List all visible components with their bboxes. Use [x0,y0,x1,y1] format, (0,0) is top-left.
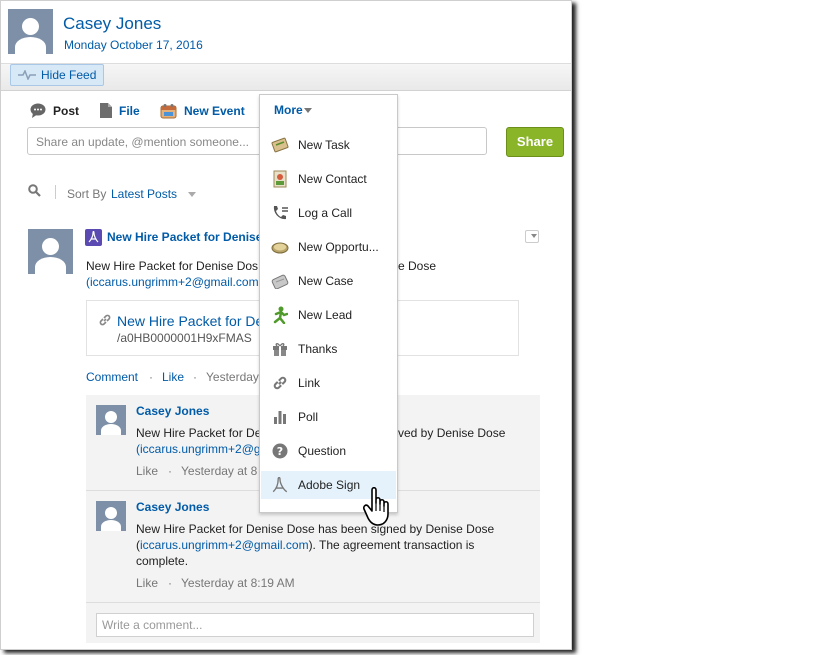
task-icon [270,135,290,155]
document-icon [100,103,112,118]
attachment-title[interactable]: New Hire Packet for Den [117,313,271,329]
menu-item-poll[interactable]: Poll [261,403,396,431]
opportunity-icon [270,237,290,257]
comment-text-left: New Hire Packet for De [136,426,262,440]
menu-item-label: Link [298,376,321,390]
comment-author[interactable]: Casey Jones [136,500,209,514]
more-menu: More New Task New Contact Log a Call New… [259,94,398,513]
menu-item-label: Adobe Sign [298,478,361,492]
link-icon [270,373,290,393]
comment-author[interactable]: Casey Jones [136,404,209,418]
case-icon [270,271,290,291]
link-icon [99,314,111,326]
comment-separator: · [168,464,172,478]
menu-item-new-opportunity[interactable]: New Opportu... [261,233,396,261]
speech-bubble-icon [30,103,46,118]
feed-item-title[interactable]: New Hire Packet for Denise [107,230,262,244]
share-button[interactable]: Share [506,127,564,157]
search-icon[interactable] [28,184,41,197]
comment-avatar[interactable] [96,501,126,531]
menu-item-label: New Opportu... [298,240,379,254]
hide-feed-label: Hide Feed [41,68,97,82]
comment-time: Yesterday at 8:19 AM [181,576,295,590]
comment-text: New Hire Packet for Denise Dose has been… [136,522,495,536]
adobe-sign-icon [270,475,290,495]
action-separator: · [193,370,197,384]
menu-item-label: Question [298,444,347,458]
user-name[interactable]: Casey Jones [63,14,161,34]
sort-by-label: Sort By [67,187,107,201]
menu-item-link[interactable]: Link [261,369,396,397]
tab-post-label: Post [53,103,80,118]
write-comment-input[interactable]: Write a comment... [96,613,534,637]
feed-item-avatar[interactable] [28,229,73,274]
attachment-id: /a0HB0000001H9xFMAS [117,331,252,345]
menu-item-label: Thanks [298,342,338,356]
comment-text-line2: (iccarus.ungrimm+2@gmail.com). The agree… [136,538,475,552]
sort-dropdown[interactable]: Latest Posts [111,187,197,201]
comment-like[interactable]: Like [136,576,158,590]
chevron-down-icon [188,192,197,198]
bar-chart-icon [270,407,290,427]
chevron-down-icon [531,234,537,238]
comment-text-right: ved by Denise Dose [398,426,506,440]
tab-new-event-label: New Event [184,104,245,118]
comment-time: Yesterday at 8 [181,464,258,478]
header-date: Monday October 17, 2016 [64,38,203,52]
comment-like[interactable]: Like [136,464,158,478]
tab-file-label: File [119,103,140,118]
chevron-down-icon [304,108,312,113]
like-link[interactable]: Like [162,370,184,384]
feed-body-email[interactable]: (iccarus.ungrimm+2@gmail.com [86,275,259,289]
comment-text-line3: complete. [136,554,189,568]
calendar-icon [160,104,177,119]
share-update-input[interactable]: Share an update, @mention someone... [27,127,487,155]
hide-feed-button[interactable]: Hide Feed [10,64,104,86]
feed-body-right: e Dose [398,259,437,273]
menu-item-label: New Task [298,138,350,152]
pulse-icon [18,70,36,80]
phone-icon [270,203,290,223]
comment-text-rest: ). The agreement transaction is [308,538,475,552]
menu-item-label: New Lead [298,308,353,322]
more-menu-button[interactable]: More [260,95,397,125]
menu-item-label: New Contact [298,172,367,186]
menu-item-label: Poll [298,410,319,424]
menu-item-new-lead[interactable]: New Lead [261,301,396,329]
user-avatar[interactable] [8,9,53,54]
menu-item-thanks[interactable]: Thanks [261,335,396,363]
feed-item-time: Yesterday [206,370,259,384]
lead-icon [270,305,290,325]
contact-icon [270,169,290,189]
feed-body-left: New Hire Packet for Denise Dos [86,259,259,273]
menu-item-new-case[interactable]: New Case [261,267,396,295]
action-separator: · [149,370,153,384]
more-label: More [274,103,303,117]
chatter-window: Casey Jones Monday October 17, 2016 Hide… [0,0,572,650]
tab-post[interactable]: Post [30,103,79,118]
menu-item-label: Log a Call [298,206,353,220]
tab-new-event[interactable]: New Event [160,103,245,119]
hand-cursor-icon [363,487,389,526]
comment-separator: · [168,576,172,590]
gift-icon [270,339,290,359]
comment-email[interactable]: (iccarus.ungrimm+2@g [136,442,261,456]
comment-divider [86,602,540,603]
adobe-sign-glyph [88,231,99,243]
sort-divider [55,185,56,199]
question-icon: ? [270,441,290,461]
sort-value: Latest Posts [111,187,178,201]
menu-item-new-task[interactable]: New Task [261,131,396,159]
tab-file[interactable]: File [100,103,140,118]
svg-text:?: ? [277,445,283,458]
menu-item-question[interactable]: ? Question [261,437,396,465]
menu-item-new-contact[interactable]: New Contact [261,165,396,193]
feed-item-menu-button[interactable] [525,230,539,243]
menu-item-label: New Case [298,274,354,288]
comment-avatar[interactable] [96,405,126,435]
menu-item-log-a-call[interactable]: Log a Call [261,199,396,227]
comment-link[interactable]: Comment [86,370,138,384]
comment-email[interactable]: iccarus.ungrimm+2@gmail.com [140,538,309,552]
